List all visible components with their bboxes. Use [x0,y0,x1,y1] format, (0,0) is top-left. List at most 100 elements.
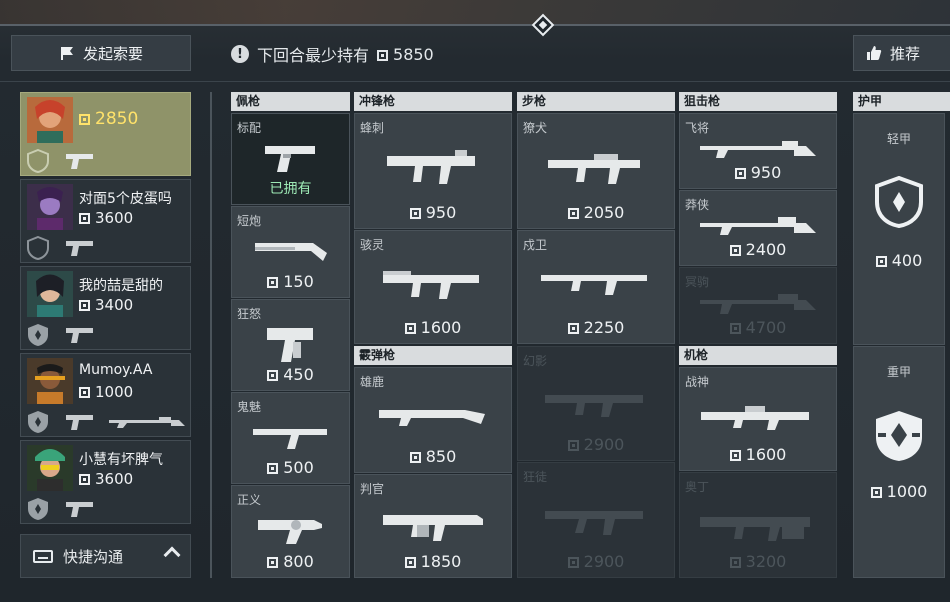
weapon-price: 450 [232,365,349,384]
category-header-armor: 护甲 [853,92,950,111]
weapon-name: 狂怒 [237,307,262,321]
player-credits: 3600 [79,209,133,227]
credit-icon [567,557,579,568]
weapon-item-bucky[interactable]: 雄鹿 850 [354,367,512,473]
weapon-item-vandal[interactable]: 狂徒 2900 [517,462,675,578]
silenced-pistol-icon [252,429,327,449]
request-button[interactable]: 发起索要 [11,35,191,71]
player-card[interactable]: Mumoy.AA 1000 [20,353,191,437]
armor-item-light[interactable]: 轻甲 400 [853,113,945,345]
armor-price: 400 [854,251,944,270]
weapon-item-ares[interactable]: 战神 1600 [679,367,837,471]
smg-icon [383,271,479,299]
credit-icon [729,450,741,461]
weapon-item-operator[interactable]: 冥驹 4700 [679,267,837,344]
weapon-price: 4700 [680,318,836,337]
avatar [27,184,73,230]
credit-icon [79,300,90,311]
weapon-price: 2400 [680,240,836,259]
sniper-rifle-icon [109,417,185,428]
weapon-name: 判官 [360,482,385,496]
top-banner [0,0,950,24]
weapon-item-ghost[interactable]: 鬼魅 500 [231,392,350,484]
credit-icon [267,370,279,381]
weapon-name: 冥驹 [685,275,710,289]
player-card-self[interactable]: 2850 [20,92,191,176]
credit-icon [79,213,90,224]
recommend-button[interactable]: 推荐 [853,35,950,71]
weapon-name: 雄鹿 [360,375,385,389]
weapon-name: 骇灵 [360,238,385,252]
weapon-price: 150 [232,272,349,291]
avatar [27,271,73,317]
weapon-item-classic[interactable]: 标配 已拥有 [231,113,350,205]
category-header-machine-guns: 机枪 [679,346,837,365]
weapon-item-frenzy[interactable]: 狂怒 450 [231,299,350,391]
header-divider [0,81,950,82]
player-card[interactable]: 我的喆是甜的 3400 [20,266,191,350]
credit-icon [729,557,741,568]
credit-icon [567,323,579,334]
weapon-price: 3200 [680,552,836,571]
weapon-price: 1850 [355,552,511,571]
weapon-name: 獠犬 [523,121,548,135]
armor-item-heavy[interactable]: 重甲 1000 [853,346,945,578]
weapon-price: 1600 [355,318,511,337]
recommend-label: 推荐 [890,44,921,63]
weapon-name: 鬼魅 [237,400,262,414]
weapon-name: 正义 [237,493,262,507]
sniper-rifle-icon [700,217,816,235]
light-shield-icon [28,498,48,520]
weapon-name: 莽侠 [685,198,710,212]
weapon-name: 战神 [685,375,710,389]
machine-gun-icon [700,517,810,541]
quick-comm-button[interactable]: 快捷沟通 [20,534,191,578]
pistol-icon [66,502,93,517]
weapon-item-guardian[interactable]: 戍卫 2250 [517,230,675,344]
weapon-item-bulldog[interactable]: 獠犬 2050 [517,113,675,229]
credit-icon [377,49,389,61]
sniper-rifle-icon [700,294,816,314]
weapon-item-marshal[interactable]: 飞将 950 [679,113,837,189]
quick-comm-label: 快捷沟通 [63,547,124,566]
credit-icon [79,114,90,125]
weapon-price: 2250 [518,318,674,337]
armor-name: 重甲 [886,365,911,379]
weapon-price: 800 [232,552,349,571]
min-hold-value: 5850 [377,45,434,64]
category-header-shotguns: 霰弹枪 [354,346,512,365]
credit-icon [267,557,279,568]
player-card[interactable]: 小慧有坏脾气 3600 [20,440,191,524]
weapon-item-odin[interactable]: 奥丁 3200 [679,472,837,578]
weapon-item-outlaw[interactable]: 莽侠 2400 [679,190,837,266]
weapon-item-sheriff[interactable]: 正义 800 [231,485,350,578]
category-header-rifles: 步枪 [517,92,675,111]
pistol-icon [66,241,93,256]
player-card[interactable]: 对面5个皮蛋吗 3600 [20,179,191,263]
weapon-item-phantom[interactable]: 幻影 2900 [517,346,675,461]
weapon-item-shorty[interactable]: 短炮 150 [231,206,350,298]
weapon-name: 蜂刺 [360,121,385,135]
chevron-up-icon [163,546,181,564]
weapon-price: 1600 [680,445,836,464]
weapon-item-stinger[interactable]: 蜂刺 950 [354,113,512,229]
pistol-icon [66,415,93,430]
avatar [27,358,73,404]
avatar [27,445,73,491]
auto-shotgun-icon [383,515,483,541]
thumbs-up-icon [867,46,882,60]
weapon-item-judge[interactable]: 判官 1850 [354,474,512,578]
rifle-icon [548,154,640,184]
light-shield-icon [28,411,48,433]
request-label: 发起索要 [82,44,143,63]
armor-price: 1000 [854,482,944,501]
rifle-icon [545,395,643,417]
credit-icon [734,168,746,179]
weapon-item-spectre[interactable]: 骇灵 1600 [354,230,512,344]
credit-icon [267,463,279,474]
weapon-price: 950 [355,203,511,222]
player-credits: 1000 [79,383,133,401]
weapon-name: 飞将 [685,121,710,135]
weapon-price: 950 [680,163,836,182]
weapon-name: 幻影 [523,354,548,368]
